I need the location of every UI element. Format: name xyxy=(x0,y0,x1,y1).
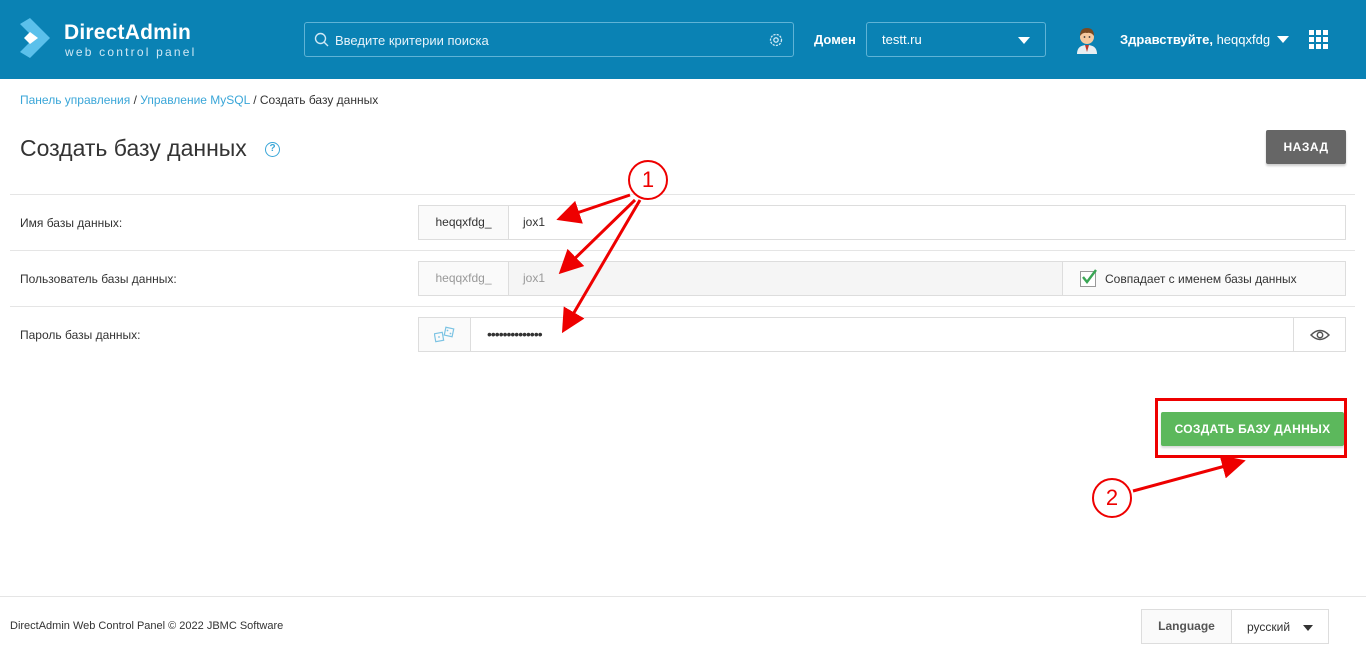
dice-icon xyxy=(434,326,455,343)
db-pass-input[interactable]: •••••••••••••• xyxy=(470,317,1294,352)
divider xyxy=(10,306,1355,307)
avatar[interactable] xyxy=(1074,26,1100,54)
create-database-button[interactable]: СОЗДАТЬ БАЗУ ДАННЫХ xyxy=(1161,412,1344,446)
greeting-text: Здравствуйте, xyxy=(1120,32,1213,47)
toggle-password-button[interactable] xyxy=(1293,317,1346,352)
generate-password-button[interactable] xyxy=(418,317,471,352)
search-input[interactable] xyxy=(335,29,765,51)
breadcrumb-separator: / xyxy=(249,93,260,107)
eye-icon xyxy=(1310,329,1330,341)
db-user-prefix: heqqxfdg_ xyxy=(418,261,509,296)
match-db-name-label: Совпадает с именем базы данных xyxy=(1105,272,1297,286)
logo-mark-icon xyxy=(20,18,50,58)
breadcrumb-separator: / xyxy=(130,93,141,107)
db-name-input[interactable]: jox1 xyxy=(509,205,1346,240)
apps-grid-icon[interactable] xyxy=(1309,30,1329,50)
match-db-name-checkbox[interactable] xyxy=(1080,269,1097,287)
divider xyxy=(10,194,1355,195)
domain-select-value: testt.ru xyxy=(882,32,922,47)
db-name-prefix: heqqxfdg_ xyxy=(418,205,509,240)
gear-icon[interactable] xyxy=(768,32,784,48)
annotation-marker-2: 2 xyxy=(1092,478,1132,518)
breadcrumb-link-dashboard[interactable]: Панель управления xyxy=(20,93,130,107)
chevron-down-icon xyxy=(1303,625,1313,631)
db-user-input[interactable]: jox1 xyxy=(509,261,1063,296)
search-box[interactable] xyxy=(304,22,794,57)
logo-title: DirectAdmin xyxy=(64,21,192,44)
user-menu-chevron-icon[interactable] xyxy=(1277,36,1289,43)
breadcrumb-link-mysql[interactable]: Управление MySQL xyxy=(140,93,250,107)
logo-subtitle: web control panel xyxy=(65,45,197,59)
footer-copyright: DirectAdmin Web Control Panel © 2022 JBM… xyxy=(10,620,284,632)
divider xyxy=(10,250,1355,251)
username: heqqxfdg xyxy=(1216,32,1271,47)
help-icon[interactable]: ? xyxy=(265,142,280,157)
domain-label: Домен xyxy=(814,32,856,47)
domain-select[interactable]: testt.ru xyxy=(866,22,1046,57)
back-button[interactable]: НАЗАД xyxy=(1266,130,1346,164)
db-user-label: Пользователь базы данных: xyxy=(20,272,177,286)
footer: DirectAdmin Web Control Panel © 2022 JBM… xyxy=(0,596,1366,657)
language-select[interactable]: русский xyxy=(1231,609,1329,644)
chevron-down-icon xyxy=(1018,37,1030,44)
breadcrumb-current: Создать базу данных xyxy=(259,93,379,107)
db-pass-label: Пароль базы данных: xyxy=(20,328,141,342)
breadcrumb: Панель управления / Управление MySQL / С… xyxy=(20,93,378,107)
logo[interactable]: DirectAdmin web control panel xyxy=(20,18,220,60)
search-icon xyxy=(314,32,329,47)
checkmark-icon xyxy=(1082,269,1097,284)
language-select-value: русский xyxy=(1247,620,1291,634)
page-title: Создать базу данных xyxy=(20,135,247,161)
annotation-arrow xyxy=(1132,455,1246,493)
db-name-label: Имя базы данных: xyxy=(20,216,123,230)
match-db-name-option[interactable]: Совпадает с именем базы данных xyxy=(1062,261,1346,296)
language-label: Language xyxy=(1141,609,1232,644)
user-greeting[interactable]: Здравствуйте, heqqxfdg xyxy=(1120,32,1270,47)
top-header: DirectAdmin web control panel Домен test… xyxy=(0,0,1366,79)
